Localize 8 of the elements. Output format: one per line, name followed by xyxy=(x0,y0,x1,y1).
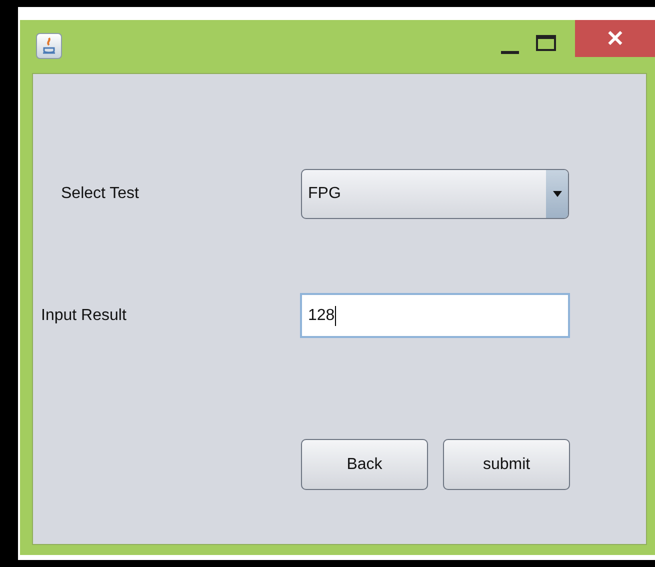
field-label: Select Test xyxy=(61,184,140,204)
app-icon[interactable] xyxy=(36,33,62,59)
back-button[interactable]: Back xyxy=(301,439,428,490)
result-input-field[interactable]: 128 xyxy=(300,293,570,338)
test-dropdown[interactable]: FPG xyxy=(301,169,569,219)
close-button[interactable]: ✕ xyxy=(575,20,655,57)
submit-button[interactable]: submit xyxy=(443,439,570,490)
field-label: Input Result xyxy=(41,306,128,326)
